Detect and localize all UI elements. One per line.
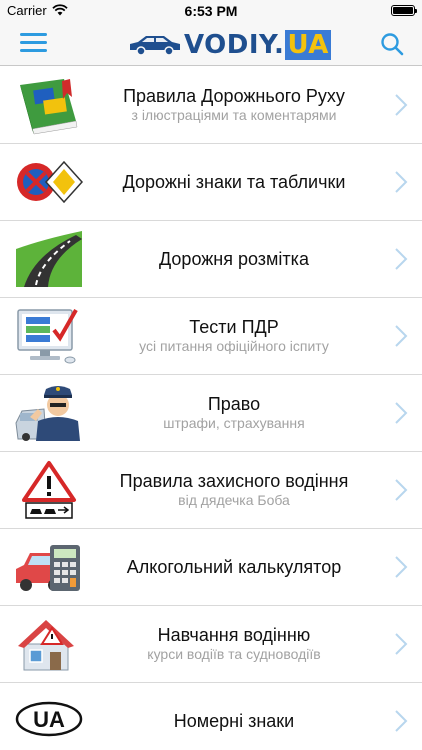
logo-word: VODIY	[184, 30, 275, 60]
hamburger-menu-icon[interactable]	[20, 33, 47, 55]
tests-monitor-icon	[17, 309, 78, 364]
menu-item-title: Правила захисного водіння	[119, 471, 349, 491]
chevron-right-icon	[395, 402, 408, 424]
menu-item-title: Тести ПДР	[189, 317, 279, 337]
navigation-bar: VODIY. UA	[0, 22, 422, 66]
main-menu-list: Правила Дорожнього Руху з ілюстраціями т…	[0, 67, 422, 750]
chevron-right-icon	[395, 325, 408, 347]
menu-item-tests[interactable]: Тести ПДР усі питання офіційного іспиту	[0, 298, 422, 375]
menu-item-road-marking[interactable]: Дорожня розмітка	[0, 221, 422, 298]
logo-dot: .	[274, 30, 285, 60]
menu-item-subtitle: курси водіїв та судноводіїв	[147, 646, 321, 662]
app-logo: VODIY. UA	[126, 28, 331, 60]
status-bar: Carrier 6:53 PM	[0, 0, 422, 22]
driving-school-icon	[18, 620, 74, 671]
menu-item-driving-school[interactable]: Навчання водінню курси водіїв та судново…	[0, 606, 422, 683]
police-officer-icon	[15, 386, 80, 441]
road-signs-icon	[17, 160, 84, 204]
chevron-right-icon	[395, 94, 408, 116]
menu-item-subtitle: від дядечка Боба	[178, 492, 290, 508]
car-logo-icon	[130, 36, 180, 56]
menu-item-subtitle: з ілюстраціями та коментарями	[131, 107, 337, 123]
logo-ua: UA	[285, 30, 331, 60]
menu-item-title: Право	[207, 394, 261, 414]
menu-item-title: Алкогольний калькулятор	[126, 556, 342, 577]
logo-text: VODIY. UA	[184, 30, 331, 60]
menu-item-law[interactable]: Право штрафи, страхування	[0, 375, 422, 452]
menu-item-traffic-rules[interactable]: Правила Дорожнього Руху з ілюстраціями т…	[0, 67, 422, 144]
warning-sign-icon	[22, 461, 76, 519]
ua-plate-icon: UA	[15, 701, 83, 737]
menu-item-road-signs[interactable]: Дорожні знаки та таблички	[0, 144, 422, 221]
rulebook-icon	[20, 79, 78, 135]
battery-icon	[391, 5, 417, 16]
road-marking-icon	[16, 231, 82, 287]
search-icon[interactable]	[379, 31, 405, 57]
menu-item-alcohol-calculator[interactable]: Алкогольний калькулятор	[0, 529, 422, 606]
menu-item-license-plates[interactable]: UA Номерні знаки	[0, 683, 422, 750]
menu-item-title: Дорожня розмітка	[159, 248, 309, 269]
car-calculator-icon	[16, 545, 80, 591]
svg-text:UA: UA	[33, 707, 65, 732]
chevron-right-icon	[395, 171, 408, 193]
menu-item-subtitle: штрафи, страхування	[163, 415, 305, 431]
menu-item-title: Номерні знаки	[173, 710, 295, 731]
menu-item-defensive-driving[interactable]: Правила захисного водіння від дядечка Бо…	[0, 452, 422, 529]
menu-item-title: Правила Дорожнього Руху	[123, 86, 345, 106]
chevron-right-icon	[395, 710, 408, 732]
chevron-right-icon	[395, 248, 408, 270]
chevron-right-icon	[395, 633, 408, 655]
chevron-right-icon	[395, 556, 408, 578]
menu-item-title: Дорожні знаки та таблички	[122, 171, 346, 192]
chevron-right-icon	[395, 479, 408, 501]
menu-item-subtitle: усі питання офіційного іспиту	[139, 338, 329, 354]
menu-item-title: Навчання водінню	[157, 625, 311, 645]
clock: 6:53 PM	[184, 3, 238, 19]
